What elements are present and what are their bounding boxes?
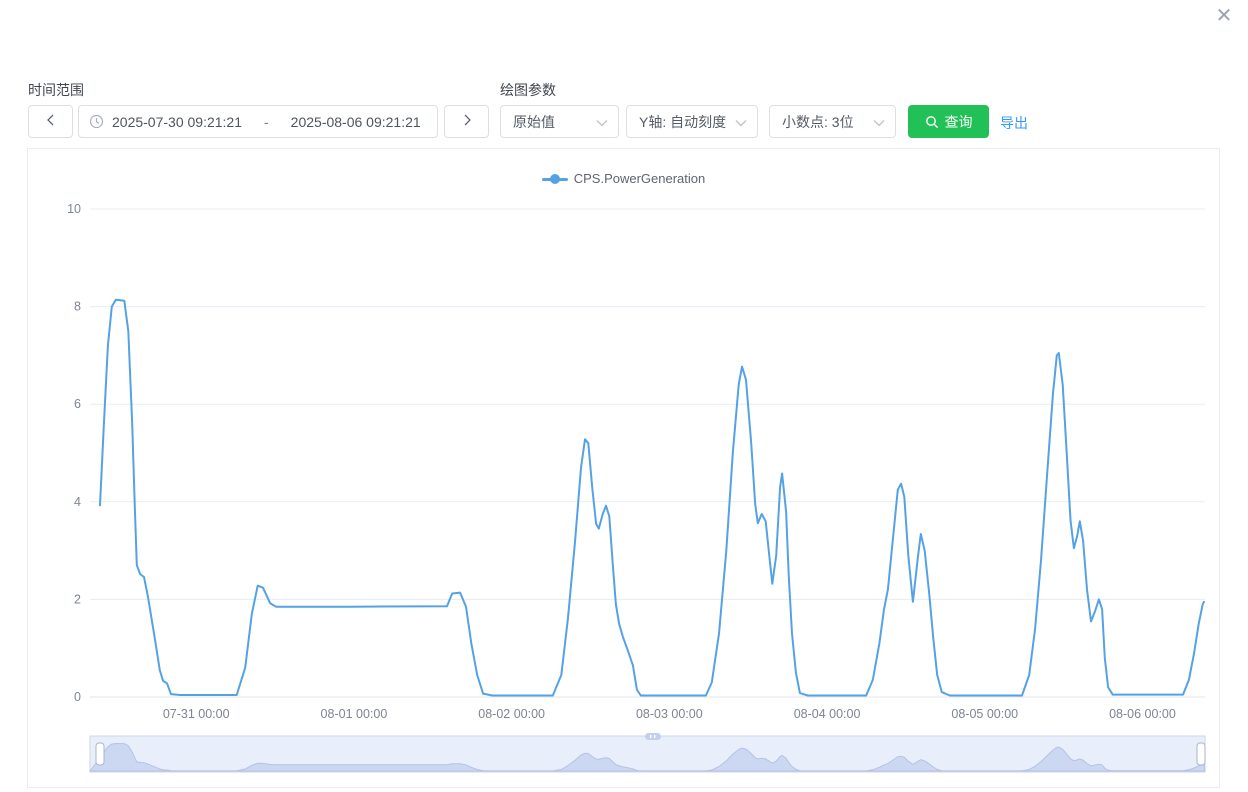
- prev-period-button[interactable]: [28, 105, 73, 138]
- chevron-left-icon: [45, 113, 57, 131]
- time-range-label: 时间范围: [28, 80, 84, 100]
- value-mode-selected: 原始值: [513, 112, 555, 132]
- search-icon: [925, 115, 939, 129]
- x-axis-label: 08-01 00:00: [321, 707, 388, 721]
- yaxis-selected: Y轴: 自动刻度: [639, 112, 726, 132]
- value-mode-select[interactable]: 原始值: [500, 105, 619, 138]
- y-axis-label: 10: [67, 202, 81, 216]
- clock-icon: [89, 114, 104, 129]
- query-button[interactable]: 查询: [908, 105, 989, 138]
- x-axis-label: 08-02 00:00: [478, 707, 545, 721]
- export-link[interactable]: 导出: [1000, 113, 1028, 133]
- datazoom-grip-line: [650, 735, 651, 738]
- y-axis-label: 2: [74, 592, 81, 606]
- x-axis-label: 07-31 00:00: [163, 707, 230, 721]
- date-range-input[interactable]: 2025-07-30 09:21:21 - 2025-08-06 09:21:2…: [78, 105, 438, 138]
- chevron-right-icon: [461, 113, 473, 131]
- date-end-value: 2025-08-06 09:21:21: [291, 114, 421, 130]
- chevron-down-icon: [735, 114, 747, 130]
- x-axis-label: 08-03 00:00: [636, 707, 703, 721]
- date-separator: -: [250, 114, 283, 130]
- chevron-down-icon: [873, 114, 885, 130]
- datazoom-grip[interactable]: [645, 733, 661, 740]
- trend-dialog: ✕ 时间范围 绘图参数 2025-07-30 09:21:21 - 2025-0…: [0, 0, 1248, 792]
- close-icon[interactable]: ✕: [1210, 2, 1238, 30]
- datazoom-handle-right[interactable]: [1197, 743, 1205, 765]
- yaxis-scale-select[interactable]: Y轴: 自动刻度: [626, 105, 758, 138]
- y-axis-label: 0: [74, 690, 81, 704]
- y-axis-label: 4: [74, 495, 81, 509]
- y-axis-label: 8: [74, 300, 81, 314]
- chevron-down-icon: [596, 114, 608, 130]
- x-axis-label: 08-06 00:00: [1109, 707, 1176, 721]
- date-start-value: 2025-07-30 09:21:21: [112, 114, 242, 130]
- chart-panel: CPS.PowerGeneration 024681007-31 00:0008…: [27, 148, 1220, 788]
- datazoom-handle-left[interactable]: [96, 743, 104, 765]
- series-line: [100, 300, 1204, 696]
- decimals-select[interactable]: 小数点: 3位: [769, 105, 896, 138]
- y-axis-label: 6: [74, 397, 81, 411]
- x-axis-label: 08-04 00:00: [794, 707, 861, 721]
- query-button-label: 查询: [945, 112, 973, 132]
- decimals-selected: 小数点: 3位: [782, 112, 854, 132]
- datazoom-grip-line: [654, 735, 655, 738]
- next-period-button[interactable]: [444, 105, 489, 138]
- trend-chart: 0 2 4 6 8 10 07-31 00:00 08-01 00:00 08-02 00:00…: [28, 149, 1219, 787]
- plot-params-label: 绘图参数: [500, 80, 556, 100]
- x-axis-label: 08-05 00:00: [951, 707, 1018, 721]
